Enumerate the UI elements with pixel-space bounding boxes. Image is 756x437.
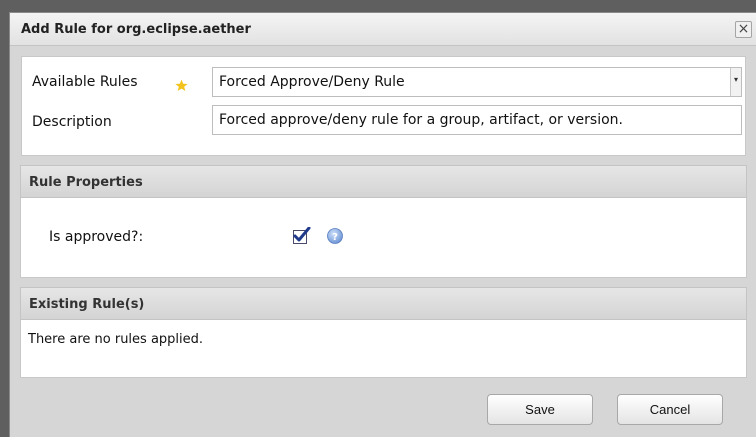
- chevron-down-icon[interactable]: ▾: [730, 68, 741, 96]
- add-rule-dialog: Add Rule for org.eclipse.aether × Availa…: [9, 12, 756, 437]
- no-rules-text: There are no rules applied.: [28, 332, 204, 347]
- is-approved-checkbox[interactable]: [293, 227, 311, 244]
- available-rules-value: Forced Approve/Deny Rule: [219, 74, 405, 90]
- is-approved-label: Is approved?:: [49, 229, 144, 245]
- rule-form: Available Rules Forced Approve/Deny Rule…: [21, 56, 746, 156]
- cancel-button[interactable]: Cancel: [617, 394, 723, 425]
- star-icon: [175, 79, 188, 92]
- question-icon[interactable]: ?: [327, 228, 343, 244]
- close-icon[interactable]: ×: [735, 21, 752, 38]
- checkmark-icon: [293, 227, 311, 242]
- description-label: Description: [32, 114, 112, 130]
- rule-properties-header: Rule Properties: [20, 165, 747, 198]
- svg-text:?: ?: [332, 232, 338, 243]
- existing-rules-header: Existing Rule(s): [20, 287, 747, 320]
- dialog-title: Add Rule for org.eclipse.aether: [21, 22, 251, 37]
- available-rules-select[interactable]: Forced Approve/Deny Rule ▾: [212, 67, 742, 97]
- dialog-titlebar: Add Rule for org.eclipse.aether ×: [10, 13, 756, 46]
- rule-properties-panel: Is approved?: ?: [20, 198, 747, 278]
- save-button[interactable]: Save: [487, 394, 593, 425]
- description-field[interactable]: Forced approve/deny rule for a group, ar…: [212, 105, 742, 135]
- available-rules-label: Available Rules: [32, 74, 138, 90]
- existing-rules-panel: There are no rules applied.: [20, 320, 747, 378]
